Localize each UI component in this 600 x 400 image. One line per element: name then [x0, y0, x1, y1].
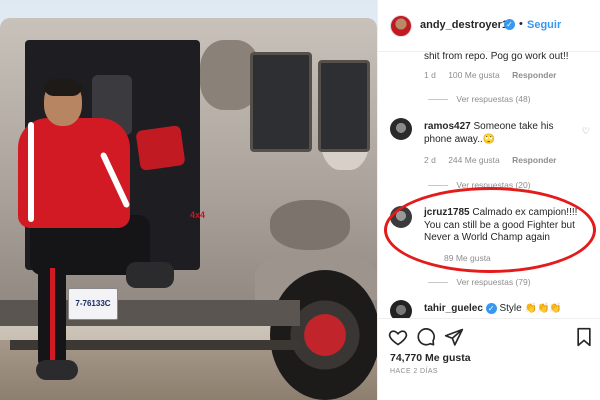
author-avatar[interactable]: [390, 15, 412, 37]
heart-icon[interactable]: [388, 327, 408, 347]
comment-likes[interactable]: 100 Me gusta: [448, 70, 500, 80]
truck-window: [250, 52, 312, 152]
person-shoe: [36, 360, 78, 380]
heart-icon[interactable]: ♡: [582, 126, 590, 137]
commenter-username[interactable]: ramos427: [424, 121, 471, 132]
comment-time: 1 d: [424, 70, 436, 80]
view-replies-label: Ver respuestas (20): [456, 180, 531, 190]
author-username[interactable]: andy_destroyer13: [420, 19, 514, 31]
comment-icon[interactable]: [416, 327, 436, 347]
post-timestamp[interactable]: HACE 2 DÍAS: [390, 368, 438, 375]
reply-button[interactable]: Responder: [512, 70, 556, 80]
comment-text: shit from repo. Pog go work out!!: [424, 52, 569, 62]
comment-text: Style 👏👏👏: [499, 303, 562, 315]
comment-item: jcruz1785 Calmado ex campion!!!! You can…: [424, 207, 584, 245]
comment-meta: 2 d 244 Me gusta Responder: [424, 155, 567, 165]
action-bar: 74,770 Me gusta HACE 2 DÍAS: [378, 318, 600, 400]
commenter-username[interactable]: tahir_guelec: [424, 303, 483, 314]
license-plate: 7-76133C: [68, 288, 118, 320]
reply-button[interactable]: Responder: [512, 155, 556, 165]
comment-likes[interactable]: 89 Me gusta: [444, 253, 491, 263]
commenter-avatar[interactable]: [390, 118, 412, 140]
verified-icon: ✓: [485, 303, 497, 314]
comment-meta: 89 Me gusta: [444, 253, 501, 263]
comment-item: tahir_guelec ✓ Style 👏👏👏: [424, 303, 584, 316]
view-replies-button[interactable]: Ver respuestas (79): [428, 277, 531, 287]
comment-item: shit from repo. Pog go work out!!: [424, 52, 589, 64]
person-hair: [44, 78, 82, 96]
post-side-panel: andy_destroyer13 ✓ • Seguir shit from re…: [377, 0, 600, 400]
person-shoe: [126, 262, 174, 288]
truck-window: [318, 60, 370, 152]
commenter-username[interactable]: jcruz1785: [424, 207, 470, 218]
comment-time: 2 d: [424, 155, 436, 165]
red-bag: [135, 125, 186, 171]
comment-meta: 1 d 100 Me gusta Responder: [424, 70, 567, 80]
pants-stripe: [50, 268, 55, 366]
view-replies-button[interactable]: Ver respuestas (20): [428, 180, 531, 190]
bookmark-icon[interactable]: [574, 327, 594, 347]
post-header: andy_destroyer13 ✓ • Seguir: [378, 0, 600, 52]
view-replies-label: Ver respuestas (48): [456, 94, 531, 104]
camo-patch: [270, 200, 350, 250]
post-photo[interactable]: 7-76133C 4x4: [0, 0, 377, 400]
jacket-stripe: [28, 122, 34, 222]
share-icon[interactable]: [444, 327, 464, 347]
view-replies-label: Ver respuestas (79): [456, 277, 531, 287]
separator: •: [519, 18, 523, 30]
follow-button[interactable]: Seguir: [527, 19, 561, 31]
view-replies-button[interactable]: Ver respuestas (48): [428, 94, 531, 104]
truck-wheel: [270, 270, 377, 400]
commenter-avatar[interactable]: [390, 206, 412, 228]
verified-icon: ✓: [504, 19, 515, 30]
badge-4x4: 4x4: [190, 210, 206, 220]
likes-count[interactable]: 74,770 Me gusta: [390, 352, 471, 364]
comment-likes[interactable]: 244 Me gusta: [448, 155, 500, 165]
comment-item: ramos427 Someone take his phone away..🙄: [424, 121, 574, 146]
